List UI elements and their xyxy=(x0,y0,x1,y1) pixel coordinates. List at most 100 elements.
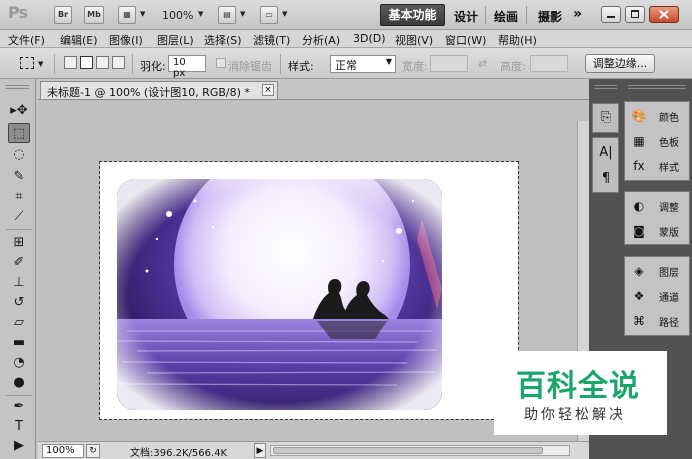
blur-tool-icon[interactable]: ◔ xyxy=(8,353,30,373)
feather-input[interactable]: 10 px xyxy=(168,55,206,79)
workspace-divider xyxy=(526,6,527,24)
rectangular-marquee-tool-icon[interactable]: ⬚ xyxy=(8,123,30,143)
masks-panel-button[interactable]: ◙ 蒙版 xyxy=(629,221,689,241)
zoom-level-input[interactable]: 100% xyxy=(42,444,84,458)
history-panel-icon[interactable]: ⎘ xyxy=(597,109,615,127)
character-panel-icon[interactable]: A| xyxy=(597,144,615,162)
menu-view[interactable]: 视图(V) xyxy=(395,32,433,48)
style-select[interactable]: 正常 ▼ xyxy=(330,55,396,73)
paragraph-panel-icon[interactable]: ¶ xyxy=(597,170,615,188)
dodge-tool-icon[interactable]: ● xyxy=(8,373,30,393)
menu-layer[interactable]: 图层(L) xyxy=(157,32,194,48)
close-tab-icon[interactable]: × xyxy=(262,84,274,96)
clone-stamp-tool-icon[interactable]: ⊥ xyxy=(8,273,30,293)
watermark: 百科全说 助你轻松解决 xyxy=(494,351,667,435)
masks-panel-label: 蒙版 xyxy=(659,228,679,239)
anti-alias-checkbox[interactable] xyxy=(216,58,226,68)
app-zoom-level[interactable]: 100% xyxy=(162,9,193,22)
view-extras-icon: ▦ xyxy=(123,10,131,19)
screen-mode-button[interactable]: ▭ xyxy=(260,6,278,24)
workspace-photography-tab[interactable]: 摄影 xyxy=(538,8,562,25)
horizontal-scroll-thumb[interactable] xyxy=(273,447,543,454)
tool-preset-dropdown-icon[interactable]: ▼ xyxy=(38,60,43,68)
gradient-tool-icon[interactable]: ▬ xyxy=(8,333,30,353)
subtract-from-selection-button[interactable] xyxy=(96,56,109,69)
adjustments-panel-label: 调整 xyxy=(659,203,679,214)
menu-select[interactable]: 选择(S) xyxy=(204,32,242,48)
workspace-design-tab[interactable]: 设计 xyxy=(454,8,478,25)
selected-image[interactable] xyxy=(117,179,442,410)
mini-bridge-button[interactable]: Mb xyxy=(84,6,104,24)
menu-bar: 文件(F) 编辑(E) 图像(I) 图层(L) 选择(S) 滤镜(T) 分析(A… xyxy=(0,30,692,48)
brush-tool-icon[interactable]: ✐ xyxy=(8,253,30,273)
styles-panel-button[interactable]: fx 样式 xyxy=(629,156,689,176)
eraser-tool-icon[interactable]: ▱ xyxy=(8,313,30,333)
bridge-button[interactable]: Br xyxy=(54,6,72,24)
add-to-selection-button[interactable] xyxy=(80,56,93,69)
close-button[interactable] xyxy=(649,6,679,23)
layers-panel-button[interactable]: ◈ 图层 xyxy=(629,261,689,281)
swatches-panel-label: 色板 xyxy=(659,138,679,149)
crop-tool-icon[interactable]: ⌗ xyxy=(8,187,30,207)
dock-grip[interactable] xyxy=(594,85,617,89)
screen-mode-dropdown-icon[interactable]: ▼ xyxy=(282,10,287,18)
menu-edit[interactable]: 编辑(E) xyxy=(60,32,98,48)
move-tool-icon[interactable]: ▸✥ xyxy=(8,101,30,121)
status-info-arrow-icon[interactable]: ▶ xyxy=(254,443,266,458)
document-canvas[interactable] xyxy=(99,161,519,420)
intersect-selection-button[interactable] xyxy=(112,56,125,69)
panel-icon-group: ⎘ xyxy=(592,103,619,133)
color-panel-label: 颜色 xyxy=(659,113,679,124)
more-workspaces-button[interactable]: » xyxy=(573,6,582,22)
layers-panel-group: ◈ 图层 ❖ 通道 ⌘ 路径 xyxy=(624,256,690,336)
dock-grip[interactable] xyxy=(628,85,686,89)
channels-panel-button[interactable]: ❖ 通道 xyxy=(629,286,689,306)
paths-panel-button[interactable]: ⌘ 路径 xyxy=(629,311,689,331)
paths-panel-label: 路径 xyxy=(659,318,679,329)
pen-tool-icon[interactable]: ✒ xyxy=(8,397,30,417)
menu-analysis[interactable]: 分析(A) xyxy=(302,32,340,48)
arrange-dropdown-icon[interactable]: ▼ xyxy=(240,10,245,18)
status-menu-icon[interactable]: ↻ xyxy=(86,444,100,458)
menu-image[interactable]: 图像(I) xyxy=(109,32,143,48)
menu-file[interactable]: 文件(F) xyxy=(8,32,45,48)
minimize-button[interactable] xyxy=(601,6,621,23)
document-tab[interactable]: 未标题-1 @ 100% (设计图10, RGB/8) * × xyxy=(40,81,278,99)
zoom-dropdown-icon[interactable]: ▼ xyxy=(198,10,203,18)
menu-help[interactable]: 帮助(H) xyxy=(498,32,537,48)
options-divider xyxy=(132,54,133,74)
rectangular-marquee-preset-icon[interactable] xyxy=(20,57,34,69)
menu-filter[interactable]: 滤镜(T) xyxy=(253,32,290,48)
view-extras-button[interactable]: ▦ xyxy=(118,6,136,24)
adjustments-panel-button[interactable]: ◐ 调整 xyxy=(629,196,689,216)
swap-dimensions-icon[interactable]: ⇄ xyxy=(478,57,487,70)
screen-mode-icon: ▭ xyxy=(265,10,273,19)
workspace-essentials-tab[interactable]: 基本功能 xyxy=(380,4,445,26)
quick-selection-tool-icon[interactable]: ✎ xyxy=(8,167,30,187)
palette-icon: 🎨 xyxy=(631,109,647,123)
menu-3d[interactable]: 3D(D) xyxy=(353,32,386,45)
spot-healing-tool-icon[interactable]: ⊞ xyxy=(8,233,30,253)
path-selection-tool-icon[interactable]: ▶ xyxy=(8,436,30,456)
view-extras-dropdown-icon[interactable]: ▼ xyxy=(140,10,145,18)
layers-panel-label: 图层 xyxy=(659,268,679,279)
refine-edge-button[interactable]: 调整边缘... xyxy=(585,54,655,73)
status-bar: 100% ↻ 文档:396.2K/566.4K ▶ xyxy=(38,441,589,459)
color-panel-button[interactable]: 🎨 颜色 xyxy=(629,106,689,126)
width-input[interactable] xyxy=(430,55,468,72)
type-tool-icon[interactable]: T xyxy=(8,417,30,437)
color-panel-group: 🎨 颜色 ▦ 色板 fx 样式 xyxy=(624,101,690,181)
swatches-panel-button[interactable]: ▦ 色板 xyxy=(629,131,689,151)
restore-button[interactable] xyxy=(625,6,645,23)
horizontal-scrollbar[interactable] xyxy=(270,445,570,456)
menu-window[interactable]: 窗口(W) xyxy=(445,32,486,48)
workspace-painting-tab[interactable]: 绘画 xyxy=(494,8,518,25)
history-brush-tool-icon[interactable]: ↺ xyxy=(8,293,30,313)
height-input[interactable] xyxy=(530,55,568,72)
toolbox-grip[interactable] xyxy=(5,85,29,89)
arrange-documents-button[interactable]: ▤ xyxy=(218,6,236,24)
chevron-down-icon: ▼ xyxy=(385,57,392,66)
new-selection-button[interactable] xyxy=(64,56,77,69)
eyedropper-tool-icon[interactable]: ⟋ xyxy=(8,207,30,227)
lasso-tool-icon[interactable]: ◌ xyxy=(8,145,30,165)
